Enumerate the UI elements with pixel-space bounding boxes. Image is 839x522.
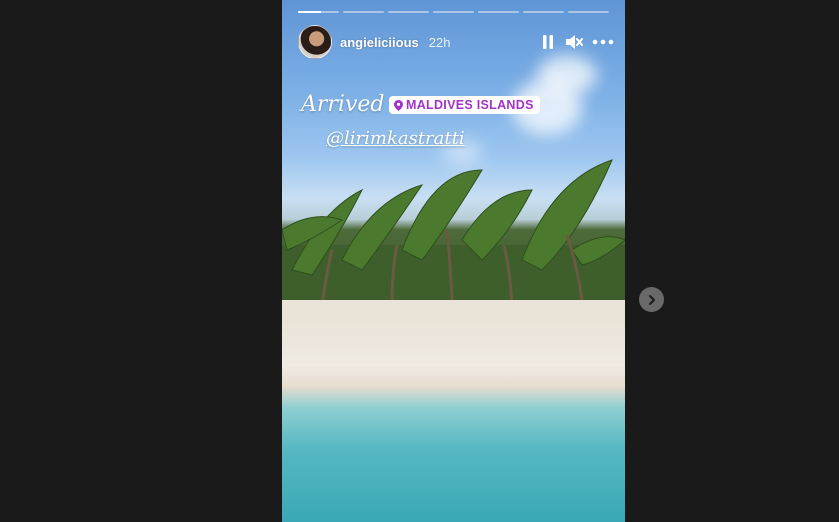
progress-segment <box>298 11 339 13</box>
progress-segment <box>433 11 474 13</box>
mention-sticker[interactable]: @lirimkastratti <box>326 128 465 149</box>
posted-time: 22h <box>428 34 451 50</box>
username-link[interactable]: angieliciious <box>340 35 419 50</box>
progress-segment <box>568 11 609 13</box>
muted-speaker-icon <box>566 35 583 49</box>
more-options-button[interactable] <box>591 33 615 51</box>
next-story-button[interactable] <box>639 287 664 312</box>
location-label: MALDIVES ISLANDS <box>406 98 534 112</box>
location-pin-icon <box>394 99 403 111</box>
progress-segment <box>388 11 429 13</box>
more-dots-icon <box>592 39 614 45</box>
progress-fill <box>298 11 321 13</box>
pause-icon <box>543 35 553 49</box>
location-sticker[interactable]: MALDIVES ISLANDS <box>389 96 540 114</box>
pause-button[interactable] <box>539 33 557 51</box>
progress-segment <box>343 11 384 13</box>
chevron-right-icon <box>648 294 655 305</box>
unmute-button[interactable] <box>565 33 583 51</box>
palm-trees <box>282 159 625 320</box>
story-viewer[interactable]: angieliciious 22h Arrived MALDIVES ISLAN… <box>282 0 625 522</box>
story-controls <box>539 33 615 51</box>
avatar[interactable] <box>298 25 332 59</box>
caption-text: Arrived <box>301 92 385 117</box>
story-header: angieliciious 22h <box>298 25 615 59</box>
progress-segment <box>478 11 519 13</box>
story-progress-bar <box>298 11 609 13</box>
progress-segment <box>523 11 564 13</box>
